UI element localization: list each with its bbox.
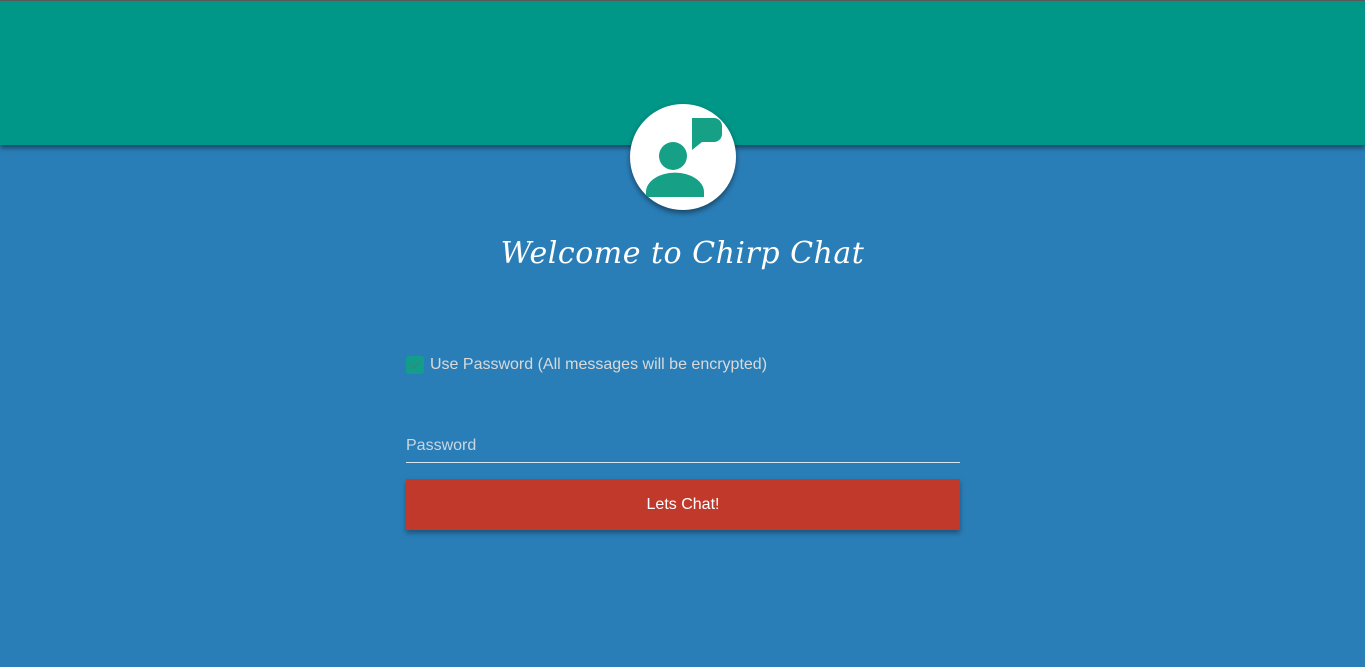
user-chat-icon xyxy=(646,118,722,197)
lets-chat-button[interactable]: Lets Chat! xyxy=(406,479,960,530)
login-form: Use Password (All messages will be encry… xyxy=(406,352,960,530)
app-logo xyxy=(630,104,736,210)
password-field-wrapper xyxy=(406,432,960,463)
use-password-checkbox[interactable] xyxy=(406,356,424,374)
welcome-title: Welcome to Chirp Chat xyxy=(500,236,865,271)
use-password-row[interactable]: Use Password (All messages will be encry… xyxy=(406,352,960,378)
use-password-label[interactable]: Use Password (All messages will be encry… xyxy=(430,356,767,374)
password-input[interactable] xyxy=(406,432,960,460)
